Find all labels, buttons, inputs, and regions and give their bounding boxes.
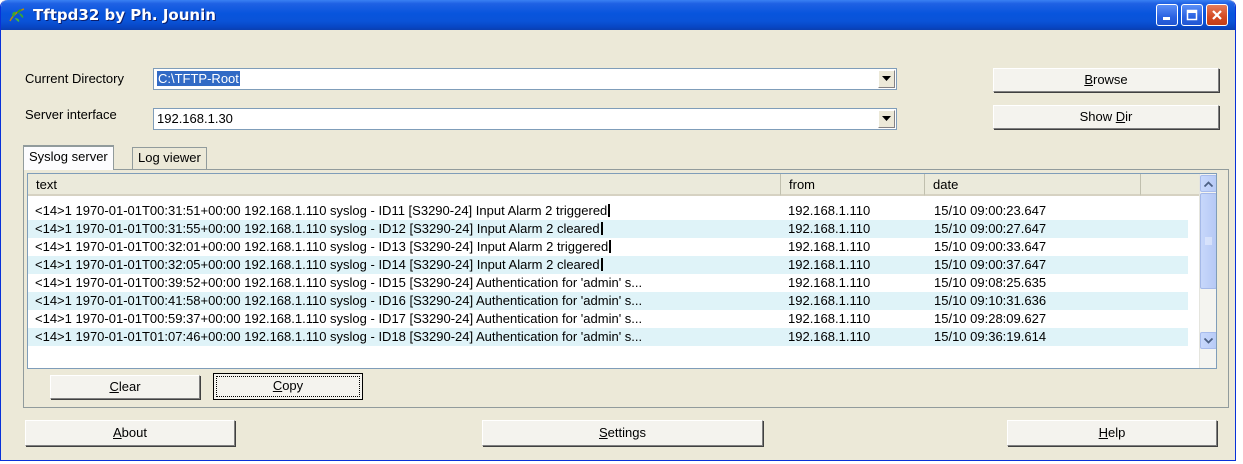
row-text: <14>1 1970-01-01T00:31:51+00:00 192.168.… xyxy=(35,203,608,218)
current-directory-value: C:\TFTP-Root xyxy=(157,71,240,86)
chevron-down-icon xyxy=(882,76,891,81)
row-from: 192.168.1.110 xyxy=(788,221,871,236)
row-date: 15/10 09:10:31.636 xyxy=(934,293,1047,308)
table-row[interactable]: <14>1 1970-01-01T00:31:51+00:00 192.168.… xyxy=(28,202,1188,220)
tab-syslog-server[interactable]: Syslog server xyxy=(23,145,114,170)
title-bar[interactable]: Tftpd32 by Ph. Jounin xyxy=(1,0,1235,30)
table-row[interactable]: <14>1 1970-01-01T00:32:01+00:00 192.168.… xyxy=(28,238,1188,256)
current-directory-combo[interactable]: C:\TFTP-Root xyxy=(153,68,897,90)
table-row[interactable]: <14>1 1970-01-01T01:07:46+00:00 192.168.… xyxy=(28,328,1188,346)
column-header-filler xyxy=(1141,174,1200,196)
syslog-list[interactable]: text from date <14>1 1970-01-01T00:31:51… xyxy=(27,173,1217,369)
text-caret xyxy=(609,240,612,253)
row-date: 15/10 09:00:33.647 xyxy=(934,239,1047,254)
minimize-icon xyxy=(1163,17,1170,20)
row-date: 15/10 09:08:25.635 xyxy=(934,275,1047,290)
row-from: 192.168.1.110 xyxy=(788,275,871,290)
row-date: 15/10 09:00:27.647 xyxy=(934,221,1047,236)
table-row[interactable]: <14>1 1970-01-01T00:41:58+00:00 192.168.… xyxy=(28,292,1188,310)
server-interface-combo[interactable]: 192.168.1.30 xyxy=(153,108,897,130)
server-interface-label: Server interface xyxy=(25,107,117,122)
close-button[interactable] xyxy=(1206,4,1228,26)
text-caret xyxy=(600,258,603,271)
maximize-button[interactable] xyxy=(1181,4,1203,26)
server-interface-dropdown-button[interactable] xyxy=(878,110,895,128)
current-directory-dropdown-button[interactable] xyxy=(878,70,895,88)
chevron-up-icon xyxy=(1204,180,1213,187)
chevron-down-icon xyxy=(882,116,891,121)
close-icon xyxy=(1212,10,1222,20)
row-text: <14>1 1970-01-01T00:59:37+00:00 192.168.… xyxy=(35,311,643,326)
row-from: 192.168.1.110 xyxy=(788,203,871,218)
row-date: 15/10 09:36:19.614 xyxy=(934,329,1047,344)
row-text: <14>1 1970-01-01T00:39:52+00:00 192.168.… xyxy=(35,275,643,290)
tftpd32-window: Tftpd32 by Ph. Jounin Current Directory … xyxy=(0,0,1236,461)
browse-button[interactable]: Browse xyxy=(993,68,1219,92)
copy-button[interactable]: Copy xyxy=(213,373,363,400)
column-header-from[interactable]: from xyxy=(781,174,925,196)
current-directory-label: Current Directory xyxy=(25,71,124,86)
about-button[interactable]: About xyxy=(25,420,235,446)
column-header-text[interactable]: text xyxy=(28,174,781,196)
row-text: <14>1 1970-01-01T01:07:46+00:00 192.168.… xyxy=(35,329,643,344)
tftpd-leaf-icon xyxy=(9,8,25,22)
window-title: Tftpd32 by Ph. Jounin xyxy=(33,6,216,24)
tab-log-viewer[interactable]: Log viewer xyxy=(132,147,207,169)
row-from: 192.168.1.110 xyxy=(788,329,871,344)
maximize-icon xyxy=(1186,9,1198,21)
scroll-thumb[interactable] xyxy=(1200,193,1216,289)
text-caret xyxy=(600,222,603,235)
table-row[interactable]: <14>1 1970-01-01T00:59:37+00:00 192.168.… xyxy=(28,310,1188,328)
vertical-scrollbar[interactable] xyxy=(1199,174,1216,368)
column-header-date[interactable]: date xyxy=(925,174,1141,196)
table-row[interactable]: <14>1 1970-01-01T00:39:52+00:00 192.168.… xyxy=(28,274,1188,292)
settings-button[interactable]: Settings xyxy=(482,420,763,446)
show-dir-button[interactable]: Show Dir xyxy=(993,105,1219,129)
help-button[interactable]: Help xyxy=(1007,420,1217,446)
row-date: 15/10 09:28:09.627 xyxy=(934,311,1047,326)
row-date: 15/10 09:00:37.647 xyxy=(934,257,1047,272)
row-text: <14>1 1970-01-01T00:32:01+00:00 192.168.… xyxy=(35,239,609,254)
clear-button[interactable]: Clear xyxy=(50,375,200,399)
row-text: <14>1 1970-01-01T00:32:05+00:00 192.168.… xyxy=(35,257,600,272)
table-row[interactable]: <14>1 1970-01-01T00:32:05+00:00 192.168.… xyxy=(28,256,1188,274)
minimize-button[interactable] xyxy=(1156,4,1178,26)
text-caret xyxy=(608,204,611,217)
row-from: 192.168.1.110 xyxy=(788,293,871,308)
grip-icon xyxy=(1205,237,1212,245)
row-date: 15/10 09:00:23.647 xyxy=(934,203,1047,218)
row-from: 192.168.1.110 xyxy=(788,257,871,272)
chevron-down-icon xyxy=(1204,337,1213,344)
table-row[interactable]: <14>1 1970-01-01T00:31:55+00:00 192.168.… xyxy=(28,220,1188,238)
row-from: 192.168.1.110 xyxy=(788,311,871,326)
scroll-down-button[interactable] xyxy=(1200,332,1216,349)
row-text: <14>1 1970-01-01T00:31:55+00:00 192.168.… xyxy=(35,221,600,236)
scroll-up-button[interactable] xyxy=(1200,175,1216,192)
server-interface-value: 192.168.1.30 xyxy=(157,111,233,126)
row-text: <14>1 1970-01-01T00:41:58+00:00 192.168.… xyxy=(35,293,643,308)
row-from: 192.168.1.110 xyxy=(788,239,871,254)
